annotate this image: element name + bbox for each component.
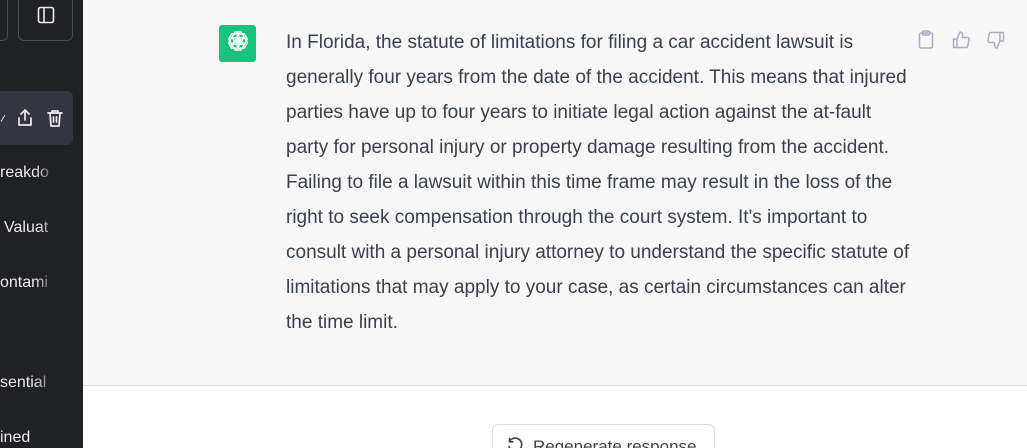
input-region: Regenerate response [83,386,1027,448]
chat-actions [0,104,66,132]
edit-icon[interactable] [0,107,6,129]
main-content: In Florida, the statute of limitations f… [83,0,1027,448]
regenerate-label: Regenerate response [533,437,697,448]
message-feedback [915,29,1006,50]
share-icon[interactable] [14,107,36,129]
openai-logo-icon [225,28,251,59]
chat-history-item[interactable]: reakdo [0,164,60,182]
trash-icon[interactable] [44,107,66,129]
chat-history-item[interactable]: ined [0,429,60,447]
chat-history-item[interactable]: Valuat [4,219,64,237]
clipboard-icon[interactable] [915,29,936,50]
regenerate-icon [507,437,523,448]
new-chat-button[interactable] [0,0,8,41]
chat-history-item[interactable]: ontami [0,274,60,292]
thumbs-up-icon[interactable] [950,29,971,50]
assistant-avatar [219,25,256,62]
sidebar-toggle-button[interactable] [18,0,73,41]
sidebar: reakdo Valuat ontami sential ined [0,0,83,448]
sidebar-toggle-icon [37,6,55,29]
assistant-message-text: In Florida, the statute of limitations f… [286,32,910,333]
thumbs-down-icon[interactable] [985,29,1006,50]
regenerate-response-button[interactable]: Regenerate response [492,424,715,448]
chat-history-item[interactable]: sential [0,374,60,392]
assistant-message: In Florida, the statute of limitations f… [83,0,1027,386]
